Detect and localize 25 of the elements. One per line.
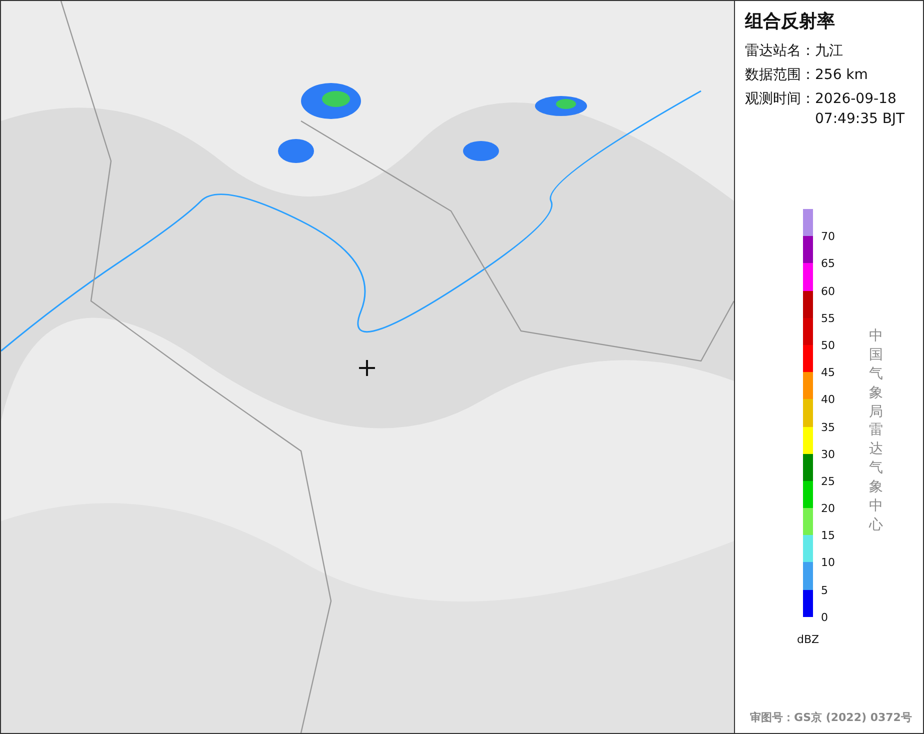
info-label: 雷达站名： [745, 42, 815, 61]
legend-label: 50 [821, 340, 835, 352]
legend-label: 15 [821, 530, 835, 542]
legend-label: 40 [821, 394, 835, 406]
info-value: 2026-09-18 07:49:35 BJT [815, 90, 906, 129]
legend-label: 45 [821, 367, 835, 380]
info-label: 观测时间： [745, 90, 815, 109]
legend-label: 35 [821, 422, 835, 434]
info-label: 数据范围： [745, 66, 815, 85]
approval-number: 审图号：GS京 (2022) 0372号 [749, 710, 913, 725]
legend-label: 20 [821, 503, 835, 516]
legend-label: 65 [821, 258, 835, 270]
legend-label: 5 [821, 584, 828, 597]
legend-label: 25 [821, 476, 835, 488]
legend-label: 30 [821, 448, 835, 461]
legend-label: 10 [821, 557, 835, 570]
info-value: 256 km [815, 66, 869, 85]
map-title: 组合反射率 [745, 10, 836, 33]
info-value: 九江 [815, 42, 844, 61]
legend-unit: dBZ [797, 632, 820, 646]
legend-label: 55 [821, 312, 835, 325]
credit-text: 中国气象局雷达气象中心 [869, 327, 883, 535]
legend-label: 70 [821, 231, 835, 244]
legend-label: 60 [821, 286, 835, 298]
legend-label: 0 [821, 612, 828, 624]
